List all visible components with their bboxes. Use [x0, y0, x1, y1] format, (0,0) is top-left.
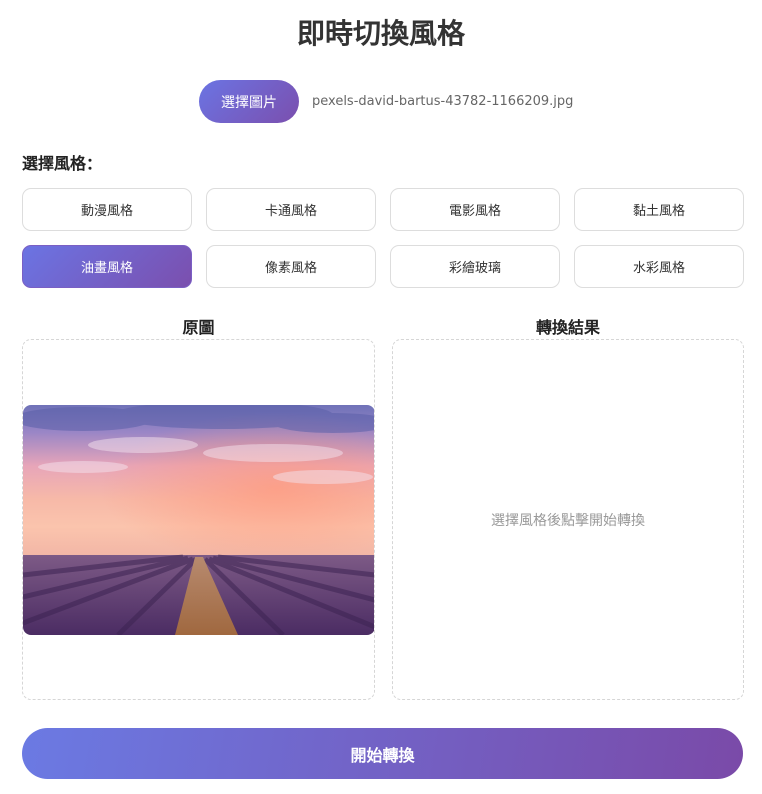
- original-image-panel: [22, 339, 375, 700]
- result-panel-title: 轉換結果: [535, 318, 600, 337]
- start-conversion-button[interactable]: 開始轉換: [22, 728, 743, 779]
- style-option-watercolor[interactable]: 水彩風格: [574, 245, 744, 288]
- choose-image-button[interactable]: 選擇圖片: [199, 80, 299, 123]
- style-option-cartoon[interactable]: 卡通風格: [206, 188, 376, 231]
- style-option-pixel[interactable]: 像素風格: [206, 245, 376, 288]
- style-options-grid: 動漫風格 卡通風格 電影風格 黏土風格 油畫風格 像素風格 彩繪玻璃 水彩風格: [22, 188, 744, 288]
- upload-row: 選擇圖片 pexels-david-bartus-43782-1166209.j…: [0, 80, 762, 123]
- style-option-cinematic[interactable]: 電影風格: [390, 188, 560, 231]
- style-option-stained-glass[interactable]: 彩繪玻璃: [390, 245, 560, 288]
- style-option-clay[interactable]: 黏土風格: [574, 188, 744, 231]
- result-placeholder-text: 選擇風格後點擊開始轉換: [491, 512, 645, 529]
- original-panel-title: 原圖: [182, 318, 215, 337]
- selected-file-name: pexels-david-bartus-43782-1166209.jpg: [312, 94, 574, 109]
- original-photo: [23, 405, 374, 635]
- page-title: 即時切換風格: [296, 17, 465, 50]
- style-section-heading: 選擇風格：: [22, 154, 103, 173]
- style-option-anime[interactable]: 動漫風格: [22, 188, 192, 231]
- result-image-panel: 選擇風格後點擊開始轉換: [392, 339, 744, 700]
- style-option-oil-painting[interactable]: 油畫風格: [22, 245, 192, 288]
